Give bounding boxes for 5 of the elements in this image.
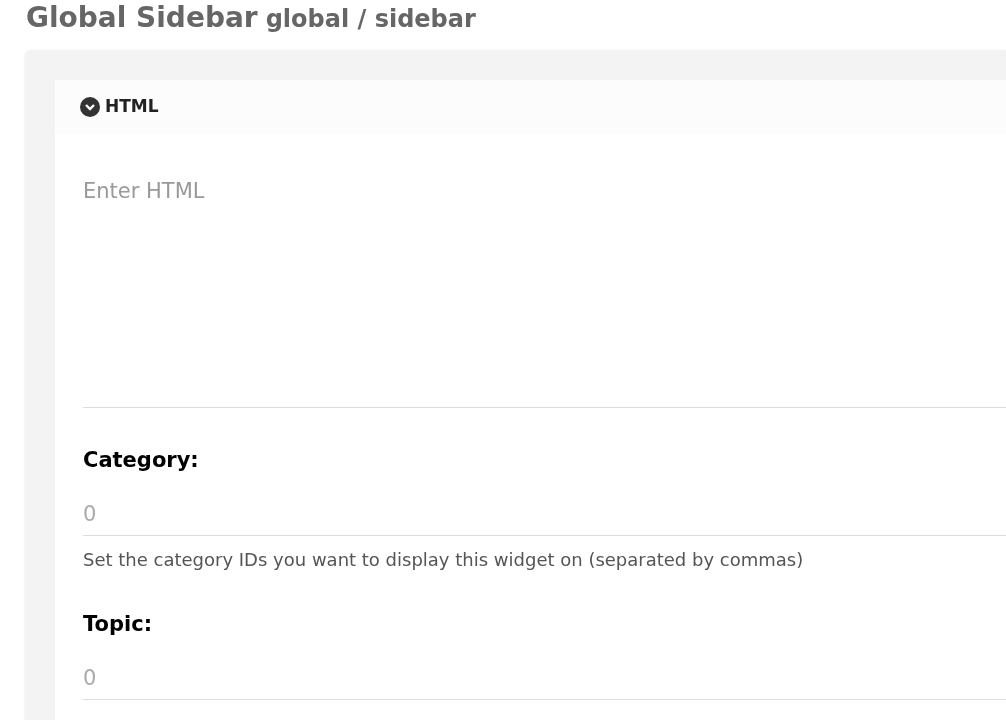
help-text: Set the category IDs you want to display this widget on (separated by commas) bbox=[83, 548, 805, 572]
page-title: Global Sidebar bbox=[26, 0, 258, 36]
field-label: Topic: bbox=[83, 611, 154, 638]
page-path: global / sidebar bbox=[265, 4, 476, 35]
field-label: Category: bbox=[83, 447, 200, 474]
